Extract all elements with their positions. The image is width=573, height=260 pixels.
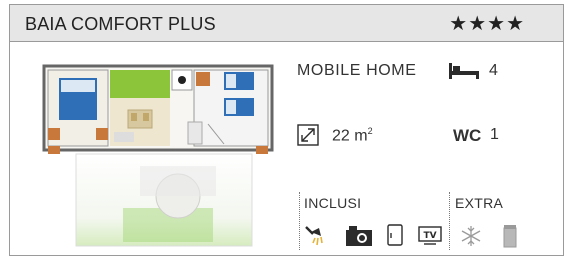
area-size: 22 m2 [332, 126, 373, 145]
bed-icon [449, 63, 479, 79]
fridge-icon [387, 224, 403, 246]
tv-icon: TV [418, 226, 442, 245]
camera-icon [346, 226, 372, 246]
floor-plan-illustration [42, 64, 274, 247]
accommodation-title: BAIA COMFORT PLUS [25, 14, 216, 34]
air-conditioning-icon [461, 226, 481, 246]
area-unit-sup: 2 [367, 126, 373, 136]
extra-divider [449, 192, 450, 250]
extra-label: EXTRA [455, 195, 504, 211]
shower-icon [305, 226, 323, 246]
svg-text:TV: TV [423, 231, 436, 241]
area-size-icon [297, 124, 319, 146]
category-label: MOBILE HOME [297, 62, 417, 79]
beds-count: 4 [489, 62, 498, 79]
included-divider [299, 192, 300, 250]
included-label: INCLUSI [304, 195, 362, 211]
card-header: BAIA COMFORT PLUS ★★★★ [10, 5, 563, 42]
wc-count: 1 [490, 126, 499, 143]
area-size-value: 22 m [332, 127, 368, 145]
wc-label: WC [453, 126, 482, 145]
star-rating: ★★★★ [449, 13, 525, 35]
bin-icon [503, 225, 517, 248]
